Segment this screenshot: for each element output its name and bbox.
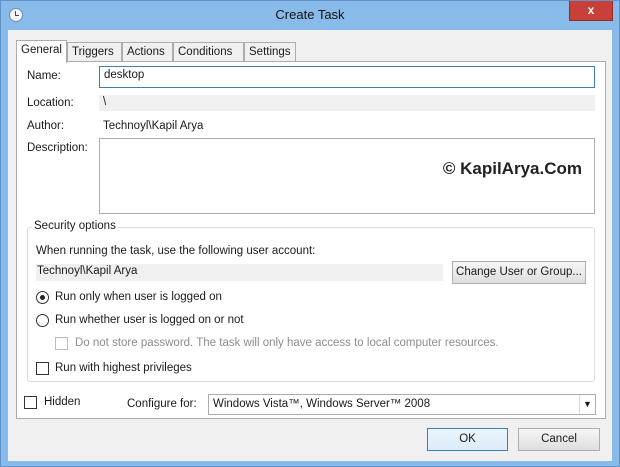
tab-general[interactable]: General bbox=[16, 40, 67, 63]
location-label: Location: bbox=[27, 97, 74, 109]
close-button[interactable]: x bbox=[569, 1, 613, 21]
tab-triggers[interactable]: Triggers bbox=[67, 42, 122, 62]
do-not-store-password-label: Do not store password. The task will onl… bbox=[75, 337, 499, 349]
highest-privileges-label[interactable]: Run with highest privileges bbox=[55, 362, 192, 374]
author-label: Author: bbox=[27, 120, 65, 132]
user-account-value: Technoyl\Kapil Arya bbox=[37, 265, 138, 277]
radio-selected-dot bbox=[40, 295, 45, 300]
run-logged-on-label[interactable]: Run only when user is logged on bbox=[55, 291, 222, 303]
location-field: \ bbox=[99, 95, 595, 111]
security-options-group: Security options When running the task, … bbox=[27, 220, 595, 382]
description-textarea[interactable]: © KapilArya.Com bbox=[99, 138, 595, 214]
change-user-group-button[interactable]: Change User or Group... bbox=[452, 261, 586, 284]
create-task-window: Create Task x General Triggers Actions C… bbox=[0, 0, 620, 467]
configure-for-label: Configure for: bbox=[127, 398, 197, 410]
author-value: Technoyl\Kapil Arya bbox=[103, 120, 204, 132]
account-prompt: When running the task, use the following… bbox=[36, 245, 316, 257]
run-whether-radio[interactable] bbox=[36, 314, 49, 327]
description-label: Description: bbox=[27, 142, 88, 154]
run-whether-label[interactable]: Run whether user is logged on or not bbox=[55, 314, 244, 326]
hidden-label[interactable]: Hidden bbox=[44, 396, 80, 408]
watermark-text: © KapilArya.Com bbox=[442, 159, 582, 178]
dialog-body: General Triggers Actions Conditions Sett… bbox=[8, 30, 612, 461]
do-not-store-password-checkbox[interactable] bbox=[55, 337, 68, 350]
hidden-checkbox[interactable] bbox=[24, 396, 37, 409]
dropdown-arrow-icon[interactable]: ▼ bbox=[579, 395, 595, 414]
location-value: \ bbox=[103, 96, 107, 108]
name-label: Name: bbox=[27, 70, 61, 82]
highest-privileges-checkbox[interactable] bbox=[36, 362, 49, 375]
configure-for-value: Windows Vista™, Windows Server™ 2008 bbox=[213, 398, 431, 410]
title-bar[interactable]: Create Task x bbox=[1, 1, 619, 29]
configure-for-select[interactable]: Windows Vista™, Windows Server™ 2008 ▼ bbox=[208, 394, 596, 415]
name-input[interactable]: desktop bbox=[99, 66, 595, 88]
cancel-button[interactable]: Cancel bbox=[518, 428, 600, 451]
tab-settings[interactable]: Settings bbox=[244, 42, 296, 62]
general-tab-panel: Name: desktop Location: \ Author: Techno… bbox=[16, 61, 606, 419]
window-title: Create Task bbox=[275, 7, 345, 22]
tab-conditions[interactable]: Conditions bbox=[173, 42, 244, 62]
name-value: desktop bbox=[104, 69, 145, 81]
user-account-field: Technoyl\Kapil Arya bbox=[36, 264, 443, 281]
ok-button[interactable]: OK bbox=[427, 428, 508, 451]
run-logged-on-radio[interactable] bbox=[36, 291, 49, 304]
tab-actions[interactable]: Actions bbox=[122, 42, 173, 62]
security-options-title: Security options bbox=[32, 220, 118, 232]
